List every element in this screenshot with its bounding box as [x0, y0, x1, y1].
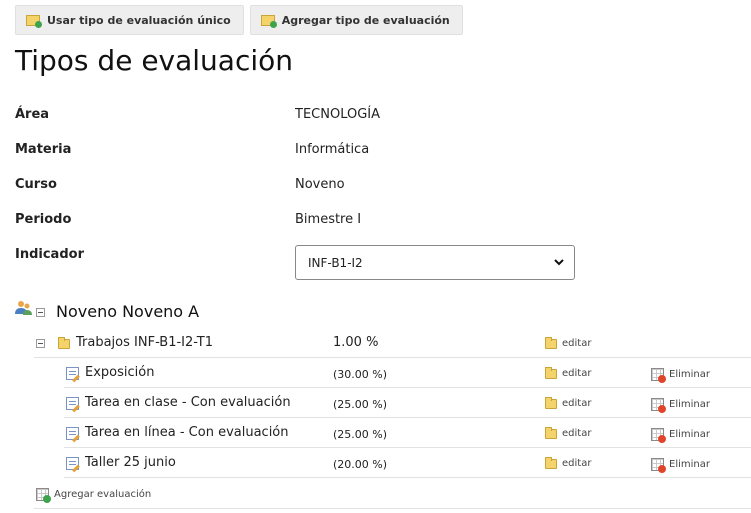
folder-icon: [545, 396, 557, 409]
edit-document-icon: [66, 397, 79, 410]
add-evaluation-type-button[interactable]: Agregar tipo de evaluación: [249, 5, 463, 35]
item-delete-link[interactable]: Eliminar: [651, 368, 710, 383]
add-evaluation-type-label: Agregar tipo de evaluación: [281, 13, 450, 27]
materia-label: Materia: [15, 142, 72, 157]
item-percent: (25.00 %): [333, 398, 388, 411]
item-name: Taller 25 junio: [85, 455, 176, 470]
edit-document-icon: [66, 427, 79, 440]
collapse-category-icon[interactable]: [36, 339, 45, 348]
delete-label: Eliminar: [669, 429, 710, 440]
users-icon: [15, 301, 32, 315]
curso-label: Curso: [15, 177, 57, 192]
item-edit-link[interactable]: editar: [545, 396, 592, 409]
page-title: Tipos de evaluación: [15, 44, 294, 77]
periodo-value: Bimestre I: [295, 212, 362, 227]
item-delete-link[interactable]: Eliminar: [651, 398, 710, 413]
indicador-select[interactable]: INF-B1-I2: [295, 245, 575, 280]
item-edit-link[interactable]: editar: [545, 456, 592, 469]
edit-label: editar: [562, 368, 592, 379]
item-percent: (20.00 %): [333, 458, 388, 471]
use-single-type-label: Usar tipo de evaluación único: [47, 13, 231, 27]
edit-document-icon: [66, 457, 79, 470]
item-delete-link[interactable]: Eliminar: [651, 458, 710, 473]
edit-label: editar: [562, 458, 592, 469]
area-label: Área: [15, 107, 50, 122]
edit-label: editar: [562, 398, 592, 409]
indicador-label: Indicador: [15, 247, 84, 262]
folder-icon: [545, 456, 557, 469]
delete-label: Eliminar: [669, 399, 710, 410]
add-evaluation-label: Agregar evaluación: [54, 489, 152, 500]
delete-icon: [651, 428, 666, 443]
row-separator: [64, 387, 751, 388]
folder-icon: [58, 337, 70, 349]
collapse-group-icon[interactable]: [36, 308, 45, 317]
edit-label: editar: [562, 428, 592, 439]
folder-add-icon: [260, 14, 277, 28]
toolbar: Usar tipo de evaluación único Agregar ti…: [15, 5, 463, 35]
item-name: Exposición: [85, 365, 155, 380]
curso-value: Noveno: [295, 177, 345, 192]
item-percent: (25.00 %): [333, 428, 388, 441]
row-separator: [34, 508, 751, 509]
add-icon: [36, 488, 51, 503]
item-name: Tarea en línea - Con evaluación: [85, 425, 289, 440]
add-evaluation-link[interactable]: Agregar evaluación: [36, 488, 152, 503]
folder-icon: [545, 366, 557, 379]
chevron-down-icon: [554, 259, 564, 266]
row-separator: [64, 417, 751, 418]
folder-icon: [545, 426, 557, 439]
delete-label: Eliminar: [669, 459, 710, 470]
row-separator: [34, 357, 751, 358]
materia-value: Informática: [295, 142, 370, 157]
item-name: Tarea en clase - Con evaluación: [85, 395, 291, 410]
item-delete-link[interactable]: Eliminar: [651, 428, 710, 443]
use-single-type-button[interactable]: Usar tipo de evaluación único: [15, 5, 244, 35]
folder-add-icon: [26, 14, 42, 28]
area-value: TECNOLOGÍA: [295, 107, 381, 122]
category-name: Trabajos INF-B1-I2-T1: [76, 335, 213, 350]
category-percent: 1.00 %: [333, 335, 379, 350]
row-separator: [64, 447, 751, 448]
row-separator: [64, 477, 751, 478]
delete-icon: [651, 458, 666, 473]
folder-icon: [545, 336, 557, 349]
category-edit-link[interactable]: editar: [545, 336, 592, 349]
periodo-label: Periodo: [15, 212, 72, 227]
delete-icon: [651, 368, 666, 383]
indicador-selected-value: INF-B1-I2: [308, 255, 363, 270]
item-percent: (30.00 %): [333, 368, 388, 381]
item-edit-link[interactable]: editar: [545, 426, 592, 439]
delete-icon: [651, 398, 666, 413]
item-edit-link[interactable]: editar: [545, 366, 592, 379]
edit-label: editar: [562, 338, 592, 349]
group-title: Noveno Noveno A: [56, 302, 200, 321]
edit-document-icon: [66, 367, 79, 380]
delete-label: Eliminar: [669, 369, 710, 380]
